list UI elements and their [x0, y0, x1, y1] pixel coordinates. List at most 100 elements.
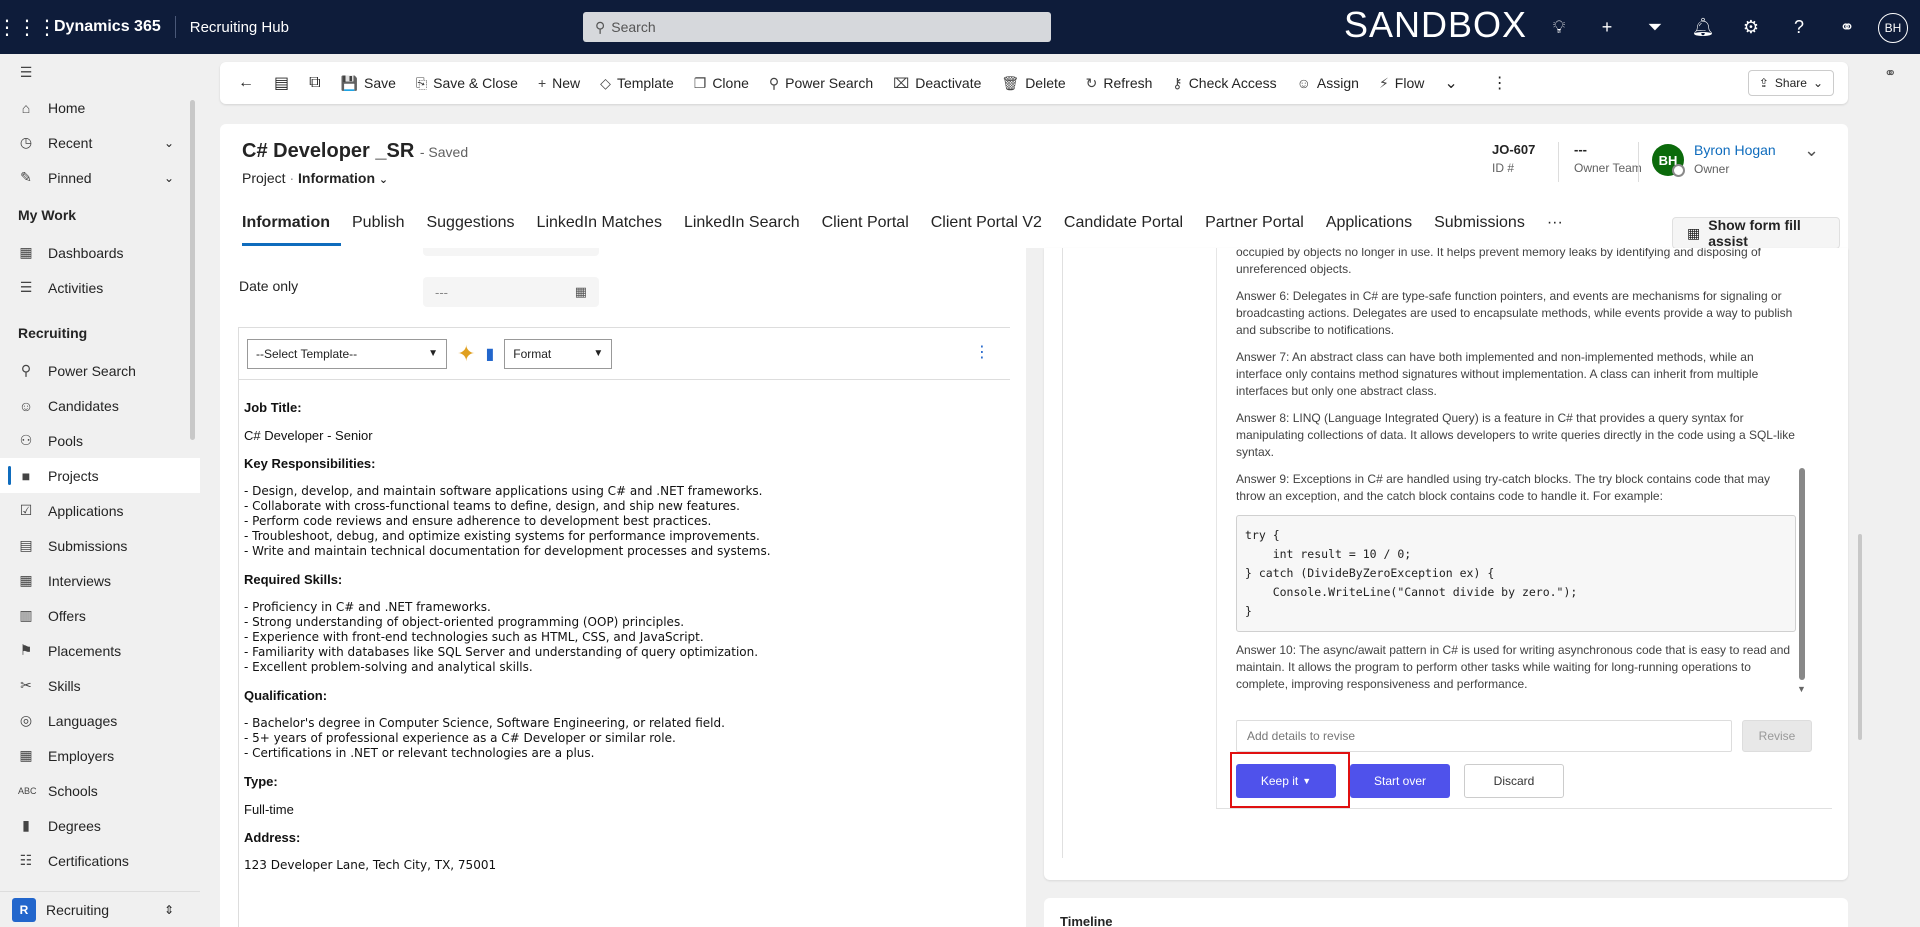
discard-button[interactable]: Discard — [1464, 764, 1564, 798]
tab-information[interactable]: Information — [242, 208, 341, 246]
sidebar-item-offers[interactable]: ▥ Offers — [0, 598, 200, 633]
sidebar-item-interviews[interactable]: ▦ Interviews — [0, 563, 200, 598]
deactivate-button[interactable]: ⌧ Deactivate — [883, 67, 991, 99]
sidebar-item-activities[interactable]: ☰ Activities — [0, 270, 200, 305]
bell-icon[interactable]: 🔔︎ — [1679, 17, 1727, 38]
more-commands-icon[interactable]: ⋮ — [1482, 67, 1518, 99]
tab-candidate-portal[interactable]: Candidate Portal — [1053, 208, 1194, 246]
area-switcher[interactable]: R Recruiting ⇕ — [0, 891, 200, 927]
sidebar-item-power-search[interactable]: ⚲ Power Search — [0, 353, 200, 388]
editor-more-icon[interactable]: ⋮ — [974, 342, 990, 362]
save-close-button[interactable]: ⎘ Save & Close — [406, 67, 528, 99]
keep-it-button[interactable]: Keep it ▼ — [1236, 764, 1336, 798]
owner-link[interactable]: Byron Hogan — [1694, 142, 1776, 158]
chevron-down-icon: ⌄ — [1812, 76, 1823, 90]
tab-applications[interactable]: Applications — [1315, 208, 1423, 246]
delete-button[interactable]: 🗑 Delete — [991, 67, 1075, 99]
user-avatar[interactable]: BH — [1878, 13, 1908, 43]
app-launcher-icon[interactable]: ⋮⋮⋮ — [0, 0, 57, 54]
search-placeholder: Search — [611, 19, 656, 35]
header-expand-chevron-icon[interactable]: ⌄ — [1804, 140, 1819, 161]
sidebar-item-pinned[interactable]: ✎ Pinned ⌄ — [0, 160, 200, 195]
sidebar-scrollbar[interactable] — [190, 100, 195, 440]
date-only-input[interactable]: --- ▦ — [423, 277, 599, 307]
refresh-button[interactable]: ↻ Refresh — [1076, 67, 1163, 99]
plus-icon[interactable]: + — [1583, 17, 1631, 38]
sidebar-item-degrees[interactable]: ▮ Degrees — [0, 808, 200, 843]
copilot-rail-icon[interactable]: ⚭ — [1884, 64, 1897, 82]
gear-icon[interactable]: ⚙ — [1727, 17, 1775, 38]
revise-button[interactable]: Revise — [1742, 720, 1812, 752]
sidebar-item-label: Activities — [48, 279, 104, 296]
save-button[interactable]: 💾 Save — [331, 67, 406, 99]
sidebar-item-certifications[interactable]: ☷ Certifications — [0, 843, 200, 878]
flow-chevron-down-icon[interactable]: ⌄ — [1434, 67, 1467, 99]
tab-client-portal[interactable]: Client Portal — [811, 208, 920, 246]
assign-button[interactable]: ☺ Assign — [1287, 67, 1369, 99]
share-label: Share — [1774, 76, 1807, 90]
sidebar-item-applications[interactable]: ☑ Applications — [0, 493, 200, 528]
tab-client-portal-v2[interactable]: Client Portal V2 — [920, 208, 1053, 246]
tab-publish[interactable]: Publish — [341, 208, 415, 246]
show-form-fill-assist-button[interactable]: ▦ Show form fill assist — [1672, 217, 1840, 249]
chevron-down-icon[interactable]: ⌄ — [164, 136, 174, 150]
area-badge: R — [12, 897, 36, 922]
page-scrollbar[interactable] — [1858, 534, 1862, 740]
offers-icon: ▥ — [19, 607, 33, 623]
record-set-icon[interactable]: ▤ — [264, 67, 299, 99]
power-search-button[interactable]: ⚲ Power Search — [759, 67, 883, 99]
answer-9: Answer 9: Exceptions in C# are handled u… — [1236, 472, 1771, 503]
lightbulb-icon[interactable]: 💡︎ — [1535, 17, 1583, 38]
document-icon[interactable]: ▮ — [485, 344, 494, 364]
sidebar-item-skills[interactable]: ✂ Skills — [0, 668, 200, 703]
rich-text-editor[interactable]: --Select Template-- ▼ ✦ ▮ Format ▼ ⋮ Job T… — [238, 327, 1010, 927]
back-arrow-icon[interactable]: ← — [228, 67, 264, 99]
sidebar-item-projects[interactable]: ■ Projects — [0, 458, 200, 493]
share-button[interactable]: ⇪ Share ⌄ — [1747, 70, 1834, 96]
start-over-button[interactable]: Start over — [1350, 764, 1450, 798]
save-close-label: Save & Close — [433, 75, 518, 91]
sidebar-item-employers[interactable]: ▦ Employers — [0, 738, 200, 773]
help-icon[interactable]: ? — [1775, 17, 1823, 38]
sidebar-item-pools[interactable]: ⚇ Pools — [0, 423, 200, 458]
flow-button[interactable]: ⚡ Flow — [1369, 67, 1434, 99]
copilot-scrollbar[interactable] — [1799, 468, 1805, 680]
editor-toolbar: --Select Template-- ▼ ✦ ▮ Format ▼ ⋮ — [239, 328, 1010, 380]
sidebar-item-candidates[interactable]: ☺ Candidates — [0, 388, 200, 423]
brand-name[interactable]: Dynamics 365 — [54, 16, 176, 38]
new-button[interactable]: + New — [528, 67, 590, 99]
tab-suggestions[interactable]: Suggestions — [415, 208, 525, 246]
template-select[interactable]: --Select Template-- ▼ — [247, 338, 447, 369]
sidebar-item-placements[interactable]: ⚑ Placements — [0, 633, 200, 668]
tab-partner-portal[interactable]: Partner Portal — [1194, 208, 1315, 246]
sidebar-item-recent[interactable]: ◷ Recent ⌄ — [0, 125, 200, 160]
sidebar-item-home[interactable]: ⌂ Home — [0, 90, 200, 125]
sidebar-item-languages[interactable]: ◎ Languages — [0, 703, 200, 738]
global-search-input[interactable]: ⚲ Search — [583, 12, 1051, 42]
template-button[interactable]: ◇ Template — [590, 67, 684, 99]
form-selector[interactable]: Information ⌄ — [298, 170, 388, 186]
tab-linkedin-search[interactable]: LinkedIn Search — [673, 208, 811, 246]
app-name[interactable]: Recruiting Hub — [190, 19, 289, 36]
tab-more[interactable]: ··· — [1536, 208, 1574, 246]
tab-linkedin-matches[interactable]: LinkedIn Matches — [526, 208, 673, 246]
sidebar-item-dashboards[interactable]: ▦ Dashboards — [0, 235, 200, 270]
open-new-window-icon[interactable]: ⧉ — [299, 67, 330, 99]
format-select[interactable]: Format ▼ — [504, 338, 613, 369]
copilot-icon[interactable]: ⚭ — [1823, 17, 1871, 38]
section-my-work: My Work — [18, 207, 77, 223]
editor-content[interactable]: Job Title: C# Developer - Senior Key Res… — [239, 380, 1010, 873]
hamburger-menu-icon[interactable]: ☰ — [0, 54, 200, 90]
clone-button[interactable]: ❐ Clone — [684, 67, 759, 99]
filter-icon[interactable]: ⏷ — [1631, 17, 1679, 38]
check-access-button[interactable]: ⚷ Check Access — [1162, 67, 1286, 99]
chevron-down-icon[interactable]: ⌄ — [164, 171, 174, 185]
sparkle-icon[interactable]: ✦ — [457, 341, 475, 367]
address-heading: Address: — [244, 830, 301, 845]
sidebar-item-submissions[interactable]: ▤ Submissions — [0, 528, 200, 563]
tab-submissions[interactable]: Submissions — [1423, 208, 1536, 246]
revise-input[interactable]: Add details to revise — [1236, 720, 1732, 752]
sidebar-item-schools[interactable]: ABC Schools — [0, 773, 200, 808]
scroll-down-arrow-icon[interactable]: ▼ — [1797, 684, 1806, 694]
calendar-icon[interactable]: ▦ — [575, 284, 587, 300]
